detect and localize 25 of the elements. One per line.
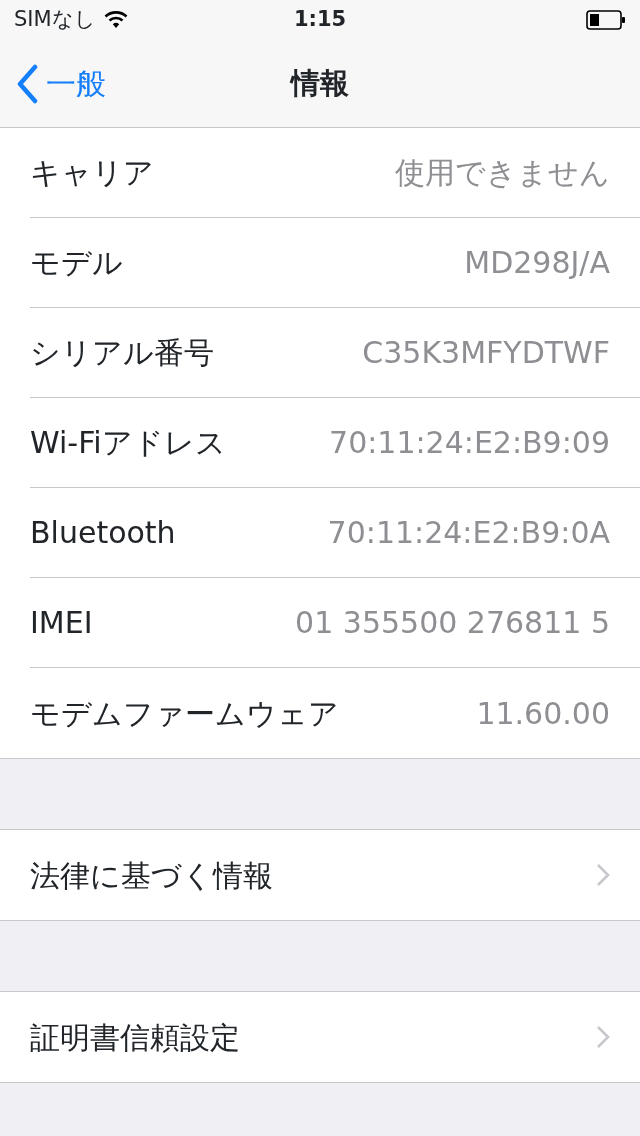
carrier-label: SIMなし (14, 6, 96, 34)
row-value: 01 355500 276811 5 (295, 604, 610, 642)
row-label: 法律に基づく情報 (30, 856, 273, 895)
row-value: 使用できません (395, 154, 610, 192)
row-label: モデル (30, 244, 123, 282)
status-time: 1:15 (293, 6, 347, 34)
row-value: MD298J/A (464, 244, 610, 282)
row-label: Bluetooth (30, 514, 176, 552)
chevron-icon (596, 1025, 610, 1049)
battery-icon (586, 10, 626, 30)
row-label: 証明書信頼設定 (30, 1018, 240, 1057)
row-label: Wi-Fiアドレス (30, 424, 226, 462)
row-label: キャリア (30, 154, 154, 192)
row-value: 11.60.00 (476, 694, 610, 733)
row-value: C35K3MFYDTWF (362, 334, 610, 372)
row-value: 70:11:24:E2:B9:09 (329, 424, 610, 462)
page-title: 情報 (291, 64, 349, 102)
row-label: シリアル番号 (30, 334, 214, 372)
row-label: IMEI (30, 604, 93, 642)
chevron-icon (596, 863, 610, 887)
back-button[interactable]: 一般 (0, 61, 106, 106)
wifi-icon (103, 11, 128, 29)
row-label: モデムファームウェア (30, 694, 339, 733)
row-value: 70:11:24:E2:B9:0A (327, 514, 610, 552)
back-chevron-icon (16, 63, 38, 104)
